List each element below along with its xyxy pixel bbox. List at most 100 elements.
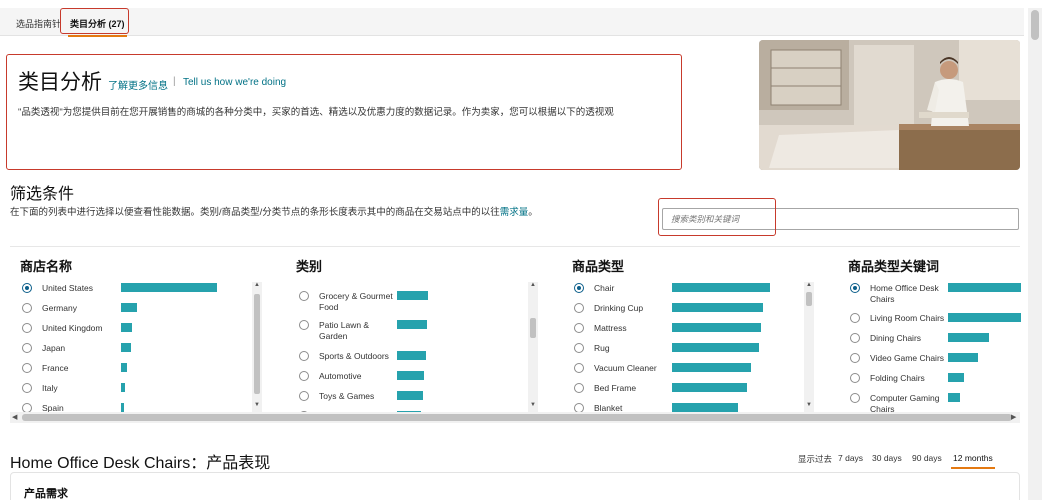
product-type-option[interactable]: Rug xyxy=(574,340,804,358)
tab-compass[interactable]: 选品指南针 xyxy=(16,17,61,30)
scroll-up-icon[interactable]: ▲ xyxy=(806,282,812,288)
radio-button[interactable] xyxy=(22,343,32,353)
category-option[interactable]: Automotive xyxy=(299,368,529,386)
store-list-scrollbar[interactable]: ▲ ▼ xyxy=(252,282,262,412)
tab-active-underline xyxy=(68,35,127,37)
range-90-days[interactable]: 90 days xyxy=(912,453,942,463)
radio-button[interactable] xyxy=(299,371,309,381)
scroll-right-icon[interactable]: ▶ xyxy=(1011,413,1016,421)
store-column-title: 商店名称 xyxy=(20,259,73,274)
radio-button[interactable] xyxy=(850,333,860,343)
category-list-scrollbar[interactable]: ▲ ▼ xyxy=(528,282,538,412)
scroll-up-icon[interactable]: ▲ xyxy=(530,282,536,288)
hero-illustration xyxy=(759,40,1020,170)
radio-button[interactable] xyxy=(22,283,32,293)
product-type-option[interactable]: Vacuum Cleaner xyxy=(574,360,804,378)
product-type-option[interactable]: Chair xyxy=(574,280,804,298)
store-option[interactable]: United States xyxy=(22,280,252,298)
scroll-left-icon[interactable]: ◀ xyxy=(12,413,17,421)
keyword-option[interactable]: Home Office Desk Chairs xyxy=(850,280,1022,304)
range-30-days[interactable]: 30 days xyxy=(872,453,902,463)
radio-button[interactable] xyxy=(22,323,32,333)
radio-button[interactable] xyxy=(299,391,309,401)
radio-button[interactable] xyxy=(22,383,32,393)
store-option[interactable]: Germany xyxy=(22,300,252,318)
option-label: Video Game Chairs xyxy=(870,353,945,363)
feedback-link[interactable]: Tell us how we're doing xyxy=(183,77,286,88)
option-label: Living Room Chairs xyxy=(870,313,945,323)
option-label: Automotive xyxy=(319,371,362,381)
radio-button[interactable] xyxy=(850,283,860,293)
radio-button[interactable] xyxy=(299,351,309,361)
demand-link[interactable]: 需求量 xyxy=(500,207,529,218)
scroll-down-icon[interactable]: ▼ xyxy=(254,402,260,408)
product-type-option[interactable]: Mattress xyxy=(574,320,804,338)
radio-button[interactable] xyxy=(850,353,860,363)
store-option[interactable]: Italy xyxy=(22,380,252,398)
demand-bar xyxy=(948,313,1021,322)
product-type-option[interactable]: Blanket xyxy=(574,400,804,412)
keyword-option[interactable]: Living Room Chairs xyxy=(850,310,1022,328)
section-divider xyxy=(10,246,1020,247)
radio-button[interactable] xyxy=(574,363,584,373)
option-label: Home Office Desk Chairs xyxy=(870,283,939,304)
option-label: Rug xyxy=(594,343,610,353)
radio-button[interactable] xyxy=(850,373,860,383)
range-7-days[interactable]: 7 days xyxy=(838,453,863,463)
radio-button[interactable] xyxy=(574,323,584,333)
radio-button[interactable] xyxy=(299,291,309,301)
filter-title: 筛选条件 xyxy=(10,186,75,203)
scroll-down-icon[interactable]: ▼ xyxy=(530,402,536,408)
page-scrollbar[interactable] xyxy=(1028,8,1042,500)
radio-button[interactable] xyxy=(850,393,860,403)
lists-horizontal-scrollbar[interactable]: ◀ ▶ xyxy=(10,412,1020,423)
option-label: Bed Frame xyxy=(594,383,637,393)
range-12-months-label: 12 months xyxy=(953,453,993,463)
header-description: "品类透视"为您提供目前在您开展销售的商城的各种分类中，买家的首选、精选以及优惠… xyxy=(18,107,614,118)
category-option[interactable]: Patio Lawn & Garden xyxy=(299,317,529,341)
category-option[interactable]: Grocery & Gourmet Food xyxy=(299,288,529,312)
radio-button[interactable] xyxy=(574,343,584,353)
radio-button[interactable] xyxy=(22,363,32,373)
keyword-option[interactable]: Folding Chairs xyxy=(850,370,1022,388)
scroll-up-icon[interactable]: ▲ xyxy=(254,282,260,288)
radio-button[interactable] xyxy=(299,320,309,330)
demand-bar xyxy=(397,291,428,300)
store-list-scroll-thumb[interactable] xyxy=(254,294,260,394)
product-type-column-title: 商品类型 xyxy=(572,259,625,274)
option-label: Germany xyxy=(42,303,77,313)
page-scrollbar-thumb[interactable] xyxy=(1031,10,1039,40)
product-type-option[interactable]: Bed Frame xyxy=(574,380,804,398)
keyword-option[interactable]: Video Game Chairs xyxy=(850,350,1022,368)
category-list-scroll-thumb[interactable] xyxy=(530,318,536,338)
demand-bar xyxy=(948,393,960,402)
radio-button[interactable] xyxy=(574,383,584,393)
category-option[interactable]: Toys & Games xyxy=(299,388,529,406)
category-column-title: 类别 xyxy=(296,259,323,274)
store-option[interactable]: Spain xyxy=(22,400,252,412)
keyword-option[interactable]: Computer Gaming Chairs xyxy=(850,390,1022,412)
demand-bar xyxy=(397,371,424,380)
radio-button[interactable] xyxy=(574,403,584,412)
page-title: 类目分析 xyxy=(18,71,102,94)
store-option[interactable]: Japan xyxy=(22,340,252,358)
radio-button[interactable] xyxy=(574,283,584,293)
learn-more-link[interactable]: 了解更多信息 xyxy=(108,77,168,92)
product-type-option[interactable]: Drinking Cup xyxy=(574,300,804,318)
keyword-option[interactable]: Dining Chairs xyxy=(850,330,1022,348)
radio-button[interactable] xyxy=(850,313,860,323)
store-option[interactable]: France xyxy=(22,360,252,378)
range-12-months[interactable]: 12 months xyxy=(951,453,995,469)
radio-button[interactable] xyxy=(22,403,32,412)
store-option[interactable]: United Kingdom xyxy=(22,320,252,338)
product-type-list-scroll-thumb[interactable] xyxy=(806,292,812,306)
demand-bar xyxy=(672,403,738,412)
lists-horizontal-scroll-thumb[interactable] xyxy=(22,414,1012,421)
radio-button[interactable] xyxy=(22,303,32,313)
option-label: United States xyxy=(42,283,94,293)
tab-bar: 选品指南针 类目分析 (27) xyxy=(0,8,1024,37)
category-option[interactable]: Sports & Outdoors xyxy=(299,348,529,366)
radio-button[interactable] xyxy=(574,303,584,313)
scroll-down-icon[interactable]: ▼ xyxy=(806,402,812,408)
product-type-list-scrollbar[interactable]: ▲ ▼ xyxy=(804,282,814,412)
